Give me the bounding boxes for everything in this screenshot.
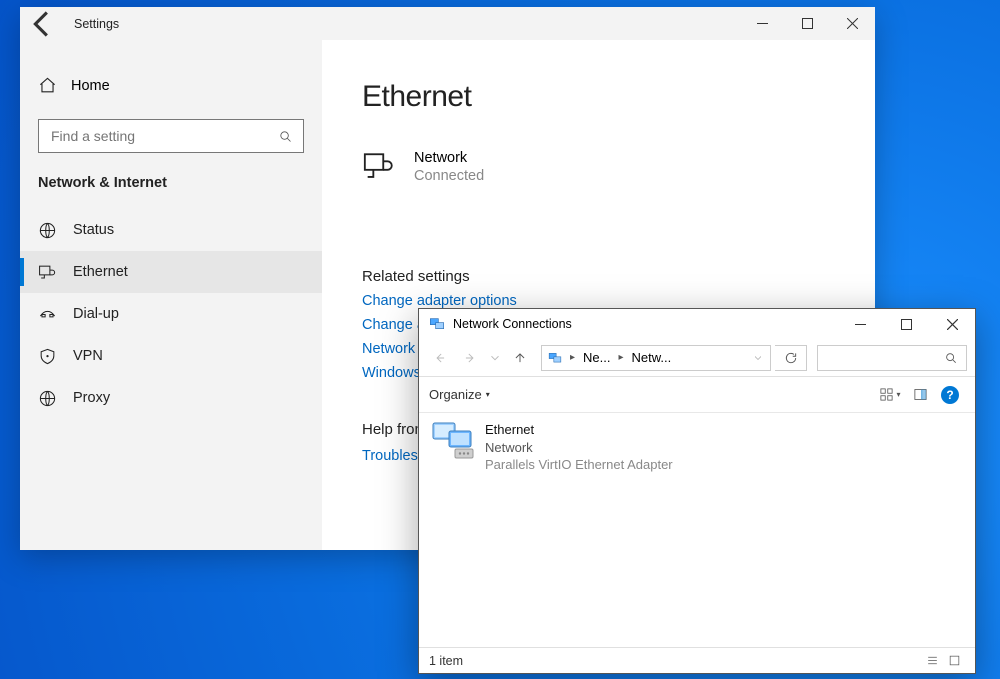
explorer-content: Ethernet Network Parallels VirtIO Ethern… [419, 413, 975, 647]
chevron-down-icon: ▾ [486, 390, 490, 399]
icons-view-icon [879, 387, 894, 402]
explorer-nav: ▸ Ne... ▸ Netw... [419, 339, 975, 377]
explorer-toolbar: Organize ▾ ▾ ? [419, 377, 975, 413]
chevron-down-icon[interactable] [752, 352, 764, 364]
vpn-shield-icon [38, 347, 57, 366]
nav-dialup[interactable]: Dial-up [20, 293, 322, 335]
nav-home[interactable]: Home [20, 68, 322, 103]
address-bar[interactable]: ▸ Ne... ▸ Netw... [541, 345, 771, 371]
network-connections-icon [548, 351, 562, 365]
nav-history-dropdown[interactable] [487, 345, 503, 371]
nav-ethernet[interactable]: Ethernet [20, 251, 322, 293]
ethernet-icon [38, 263, 57, 282]
nav-label: Ethernet [73, 264, 128, 280]
maximize-button[interactable] [785, 7, 830, 40]
link-change-adapter[interactable]: Change adapter options [362, 293, 875, 309]
settings-window-title: Settings [66, 17, 119, 31]
nav-label: VPN [73, 348, 103, 364]
chevron-down-icon: ▾ [896, 390, 900, 399]
list-view-icon [926, 654, 939, 667]
search-icon [944, 351, 958, 365]
nav-home-label: Home [71, 78, 110, 94]
explorer-search-box[interactable] [817, 345, 967, 371]
search-icon [278, 129, 293, 144]
connection-item-ethernet[interactable]: Ethernet Network Parallels VirtIO Ethern… [431, 421, 673, 639]
globe-status-icon [38, 221, 57, 240]
minimize-button[interactable] [837, 309, 883, 339]
minimize-icon [757, 18, 768, 29]
minimize-icon [855, 319, 866, 330]
page-title: Ethernet [362, 80, 875, 114]
nav-label: Dial-up [73, 306, 119, 322]
nav-back-button[interactable] [427, 345, 453, 371]
settings-sidebar: Home Network & Internet Status [20, 40, 322, 550]
connection-name: Ethernet [485, 421, 673, 439]
settings-titlebar: Settings [20, 7, 875, 40]
chevron-right-icon: ▸ [568, 352, 577, 363]
home-icon [38, 76, 57, 95]
nav-status[interactable]: Status [20, 209, 322, 251]
preview-pane-button[interactable] [905, 382, 935, 408]
details-view-button[interactable] [921, 654, 943, 667]
network-name: Network [414, 150, 484, 166]
close-icon [947, 319, 958, 330]
nav-proxy[interactable]: Proxy [20, 377, 322, 419]
explorer-statusbar: 1 item [419, 647, 975, 673]
organize-label: Organize [429, 387, 482, 402]
search-box[interactable] [38, 119, 304, 153]
related-settings-heading: Related settings [362, 268, 875, 285]
arrow-up-icon [513, 351, 527, 365]
connection-device: Parallels VirtIO Ethernet Adapter [485, 456, 673, 474]
arrow-left-icon [433, 351, 447, 365]
adapter-icon [431, 421, 475, 461]
refresh-button[interactable] [775, 345, 807, 371]
arrow-right-icon [463, 351, 477, 365]
nav-label: Status [73, 222, 114, 238]
preview-pane-icon [913, 387, 928, 402]
nav-vpn[interactable]: VPN [20, 335, 322, 377]
dialup-icon [38, 305, 57, 324]
help-icon: ? [941, 386, 959, 404]
large-icons-view-button[interactable] [943, 654, 965, 667]
connection-network: Network [485, 439, 673, 457]
network-status-tile[interactable]: Network Connected [362, 150, 875, 184]
chevron-down-icon [488, 351, 502, 365]
breadcrumb[interactable]: Ne... [583, 350, 610, 365]
nav-forward-button[interactable] [457, 345, 483, 371]
status-text: 1 item [429, 654, 463, 668]
large-icons-icon [948, 654, 961, 667]
refresh-icon [784, 351, 798, 365]
help-button[interactable]: ? [935, 382, 965, 408]
settings-search-input[interactable] [49, 127, 278, 145]
globe-proxy-icon [38, 389, 57, 408]
view-mode-button[interactable]: ▾ [875, 382, 905, 408]
maximize-button[interactable] [883, 309, 929, 339]
close-button[interactable] [830, 7, 875, 40]
ethernet-icon [362, 150, 396, 184]
section-header: Network & Internet [20, 171, 322, 209]
close-icon [847, 18, 858, 29]
close-button[interactable] [929, 309, 975, 339]
explorer-titlebar: Network Connections [419, 309, 975, 339]
nav-label: Proxy [73, 390, 110, 406]
explorer-title: Network Connections [453, 317, 837, 331]
network-status: Connected [414, 168, 484, 184]
organize-menu[interactable]: Organize ▾ [429, 387, 490, 402]
maximize-icon [901, 319, 912, 330]
minimize-button[interactable] [740, 7, 785, 40]
maximize-icon [802, 18, 813, 29]
explorer-window: Network Connections ▸ Ne [418, 308, 976, 674]
breadcrumb[interactable]: Netw... [632, 350, 672, 365]
nav-up-button[interactable] [507, 345, 533, 371]
back-button[interactable] [20, 7, 66, 40]
chevron-right-icon: ▸ [617, 352, 626, 363]
network-connections-icon [429, 316, 445, 332]
